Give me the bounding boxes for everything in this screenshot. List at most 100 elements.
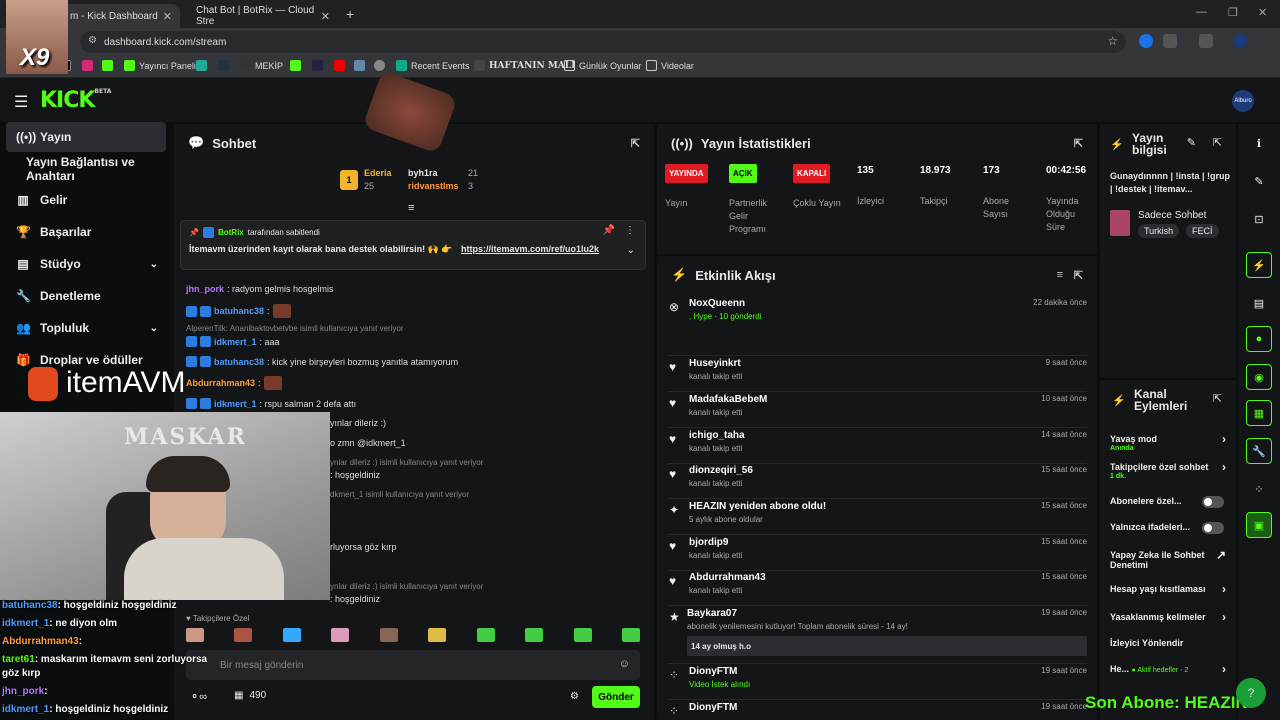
action-emotes-only[interactable]: Yalnızca ifadeleri...	[1110, 522, 1226, 534]
action-banned-words[interactable]: Yasaklanmış kelimeler ›	[1110, 611, 1226, 623]
chevron-down-icon[interactable]: ⌄	[627, 245, 635, 256]
popout-icon[interactable]: ⇱	[1074, 137, 1083, 150]
chat-message[interactable]: o zmn @idkmert_1	[330, 438, 406, 448]
extensions-puzzle-icon[interactable]	[1163, 34, 1177, 48]
pinned-link[interactable]: https://itemavm.com/ref/uo1lu2k	[461, 244, 599, 254]
settings-icon[interactable]: ⚙	[570, 691, 579, 702]
sidebar-item-yayin[interactable]: ((•)) Yayın	[6, 122, 166, 152]
kick-bookmark[interactable]	[290, 60, 301, 71]
chat-message[interactable]: idkmert_1: aaa	[186, 336, 280, 347]
leader-name[interactable]: Ederia	[364, 168, 392, 178]
lightning-icon[interactable]: ⚡	[1246, 252, 1272, 278]
sidebar-item-basarilar[interactable]: 🏆 Başarılar	[6, 217, 166, 247]
bookmark-icon[interactable]	[312, 60, 323, 71]
url-input[interactable]: ⚙ dashboard.kick.com/stream ☆	[80, 31, 1126, 53]
help-chat-icon[interactable]: ?	[1236, 678, 1266, 708]
emote-icon[interactable]	[379, 628, 398, 642]
bookmark-icon[interactable]	[196, 60, 207, 71]
minimize-icon[interactable]: —	[1196, 6, 1207, 18]
info-icon[interactable]: ℹ	[1246, 130, 1272, 156]
popout-icon[interactable]: ⇱	[1213, 392, 1222, 405]
bookmark-star-icon[interactable]: ☆	[1107, 34, 1118, 48]
bookmark-gunluk-oyunlar[interactable]: Günlük Oyunlar	[564, 60, 642, 71]
chat-message[interactable]: : hoşgeldiniz	[330, 470, 380, 480]
bookmark-icon[interactable]	[354, 60, 365, 71]
activity-item[interactable]: ♥ dionzeqiri_56 kanalı takip etti 15 saat ö…	[667, 465, 1087, 499]
sidebar-item-studyo[interactable]: ▤ Stüdyo ⌄	[6, 249, 166, 279]
emote-icon[interactable]	[525, 628, 544, 642]
bookmark-icon[interactable]	[374, 60, 385, 71]
toggle-switch[interactable]	[1202, 522, 1224, 534]
activity-item[interactable]: ⁘ DionyFTM Video İstek alındı 19 saat önce	[667, 666, 1087, 700]
activity-item[interactable]: ⊗ NoxQueenn, Hype · 10 gönderdi 22 dakika …	[667, 298, 1087, 356]
emoji-icon[interactable]: ☺	[619, 658, 630, 670]
chat-message[interactable]: jhn_pork: radyom gelmis hosgelmis	[186, 284, 334, 294]
menu-icon[interactable]: ☰	[14, 92, 28, 112]
bookmark-icon[interactable]	[218, 60, 229, 71]
chat-message[interactable]: batuhanc38:	[186, 304, 291, 318]
chat-message[interactable]: idkmert_1: rspu salman 2 defa attı	[186, 398, 356, 409]
chat-message[interactable]: : hoşgeldiniz	[330, 594, 380, 604]
action-subs-only[interactable]: Abonelere özel...	[1110, 496, 1226, 508]
action-raid[interactable]: İzleyici Yönlendir	[1110, 638, 1226, 648]
sidebar-item-stream-key[interactable]: Yayın Bağlantısı ve Anahtarı	[6, 154, 166, 184]
filter-icon[interactable]: ≡	[1057, 269, 1063, 281]
chat-message[interactable]: Abdurrahman43:	[186, 376, 282, 390]
popout-icon[interactable]: ⇱	[631, 137, 640, 150]
instagram-bookmark[interactable]	[82, 60, 93, 71]
kick-bookmark[interactable]	[102, 60, 113, 71]
broadcast-icon[interactable]: ◉	[1246, 364, 1272, 390]
category-label[interactable]: Sadece Sohbet	[1138, 210, 1206, 221]
clapper-icon[interactable]: ▣	[1246, 512, 1272, 538]
activity-item[interactable]: ⁘ DionyFTM 19 saat önce	[667, 702, 1087, 720]
more-icon[interactable]: ⋮	[625, 225, 635, 236]
activity-item[interactable]: ♥ bjordip9 kanalı takip etti 15 saat önce	[667, 537, 1087, 571]
action-goals[interactable]: He... ● Aktif hedefler - 2 ›	[1110, 663, 1226, 676]
sidepanel-icon[interactable]	[1199, 34, 1213, 48]
wrench-icon[interactable]: 🔧	[1246, 438, 1272, 464]
send-button[interactable]: Gönder	[592, 686, 640, 708]
extension-icon[interactable]	[1139, 34, 1153, 48]
maximize-icon[interactable]: ❐	[1228, 6, 1238, 19]
close-icon[interactable]: ✕	[163, 10, 172, 23]
profile-icon[interactable]	[1233, 34, 1247, 48]
chat-message[interactable]: batuhanc38: kick yine birşeyleri bozmuş …	[186, 356, 458, 367]
emote-icon[interactable]	[331, 628, 350, 642]
activity-item[interactable]: ★ Baykara07 abonelik yenilemesini kutluyor…	[667, 608, 1087, 664]
activity-item[interactable]: ✦ HEAZIN yeniden abone oldu! 5 aylık abone…	[667, 501, 1087, 535]
chat-input[interactable]: Bir mesaj gönderin ☺	[186, 650, 640, 680]
site-settings-icon[interactable]: ⚙	[88, 35, 97, 46]
edit-icon[interactable]: ✎	[1187, 136, 1196, 149]
focus-icon[interactable]: ⊡	[1246, 206, 1272, 232]
youtube-bookmark[interactable]	[334, 60, 345, 71]
close-window-icon[interactable]: ✕	[1258, 6, 1267, 19]
chat-icon[interactable]: ●	[1246, 326, 1272, 352]
popout-icon[interactable]: ⇱	[1213, 136, 1222, 149]
bookmark-videolar[interactable]: Videolar	[646, 60, 694, 71]
tab-botrix[interactable]: Chat Bot | BotRix — Cloud Stre ✕	[186, 4, 338, 28]
kick-logo[interactable]: KICKBETA	[40, 88, 111, 113]
pinned-by[interactable]: BotRix	[218, 228, 244, 237]
sidebar-item-denetleme[interactable]: 🔧 Denetleme	[6, 281, 166, 311]
bookmark-recent-events[interactable]: Recent Events	[396, 60, 470, 71]
emote-icon[interactable]	[476, 628, 495, 642]
emote-icon[interactable]	[573, 628, 592, 642]
expand-icon[interactable]: ≡	[408, 202, 414, 214]
tab-kick-dashboard[interactable]: m - Kick Dashboard ✕	[60, 4, 180, 28]
sidebar-item-gelir[interactable]: ▥ Gelir	[6, 185, 166, 215]
toggle-switch[interactable]	[1202, 496, 1224, 508]
unpin-icon[interactable]: 📌	[603, 225, 615, 236]
action-account-age[interactable]: Hesap yaşı kısıtlaması ›	[1110, 583, 1226, 595]
new-tab-button[interactable]: +	[346, 6, 354, 22]
action-slow-mode[interactable]: Yavaş mod Anında ›	[1110, 433, 1226, 454]
edit-icon[interactable]: ✎	[1246, 168, 1272, 194]
emote-icon[interactable]	[621, 628, 640, 642]
action-followers-only[interactable]: Takipçilere özel sohbet 1 dk. ›	[1110, 461, 1226, 482]
activity-item[interactable]: ♥ Abdurrahman43 kanalı takip etti 15 saat ö…	[667, 572, 1087, 606]
activity-item[interactable]: ♥ MadafakaBebeM kanalı takip etti 10 saat ö…	[667, 394, 1087, 428]
bookmark-mekip[interactable]: MEKİP	[240, 60, 283, 71]
activity-item[interactable]: ♥ Huseyinkrt kanalı takip etti 9 saat önce	[667, 358, 1087, 392]
bookmark-haftanin-mali[interactable]: HAFTANIN MALI	[474, 60, 575, 71]
close-icon[interactable]: ✕	[321, 10, 330, 23]
bookmark-yayinci-paneli[interactable]: Yayıncı Paneli	[124, 60, 196, 71]
